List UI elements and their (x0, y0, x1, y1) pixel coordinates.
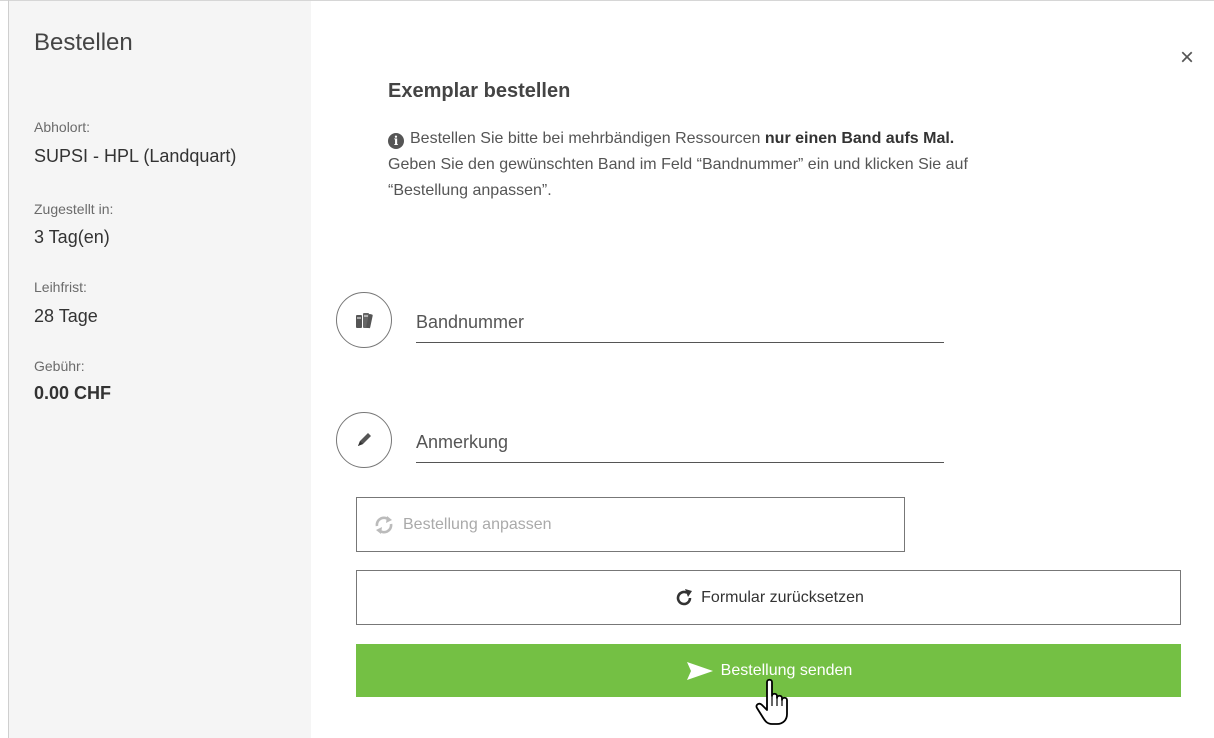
send-icon (685, 659, 715, 683)
adjust-order-label: Bestellung anpassen (403, 515, 552, 533)
refresh-arrows-icon (371, 512, 397, 538)
delivery-value: 3 Tag(en) (34, 227, 110, 247)
volume-number-input[interactable] (416, 306, 944, 343)
notice-text-2: Geben Sie den gewünschten Band im Feld “… (388, 156, 968, 199)
note-input[interactable] (416, 426, 944, 463)
hand-cursor-icon (755, 678, 795, 728)
loan-period-label: Leihfrist: (34, 279, 87, 295)
pencil-icon (336, 412, 392, 468)
reload-icon (673, 587, 695, 609)
fee-value: 0.00 CHF (34, 383, 112, 403)
fee-label: Gebühr: (34, 358, 85, 374)
send-order-label: Bestellung senden (720, 661, 853, 679)
order-sidebar: Bestellen Abholort: SUPSI - HPL (Landqua… (9, 1, 311, 738)
info-icon: i (388, 133, 404, 149)
loan-period-value: 28 Tage (34, 306, 98, 326)
reset-form-button[interactable]: Formular zurücksetzen (356, 570, 1181, 625)
books-icon (336, 292, 392, 348)
dialog-title: Exemplar bestellen (388, 80, 571, 102)
order-notice: i Bestellen Sie bitte bei mehrbändigen Re… (388, 126, 968, 204)
close-icon[interactable]: × (1175, 44, 1199, 72)
adjust-order-button[interactable]: Bestellung anpassen (356, 497, 905, 552)
reset-form-label: Formular zurücksetzen (701, 588, 864, 606)
notice-text-bold: nur einen Band aufs Mal. (764, 130, 955, 147)
sidebar-title: Bestellen (34, 29, 133, 56)
pickup-label: Abholort: (34, 119, 91, 135)
notice-text-1: Bestellen Sie bitte bei mehrbändigen Res… (410, 130, 765, 147)
pickup-value: SUPSI - HPL (Landquart) (34, 146, 237, 166)
delivery-label: Zugestellt in: (34, 201, 114, 217)
